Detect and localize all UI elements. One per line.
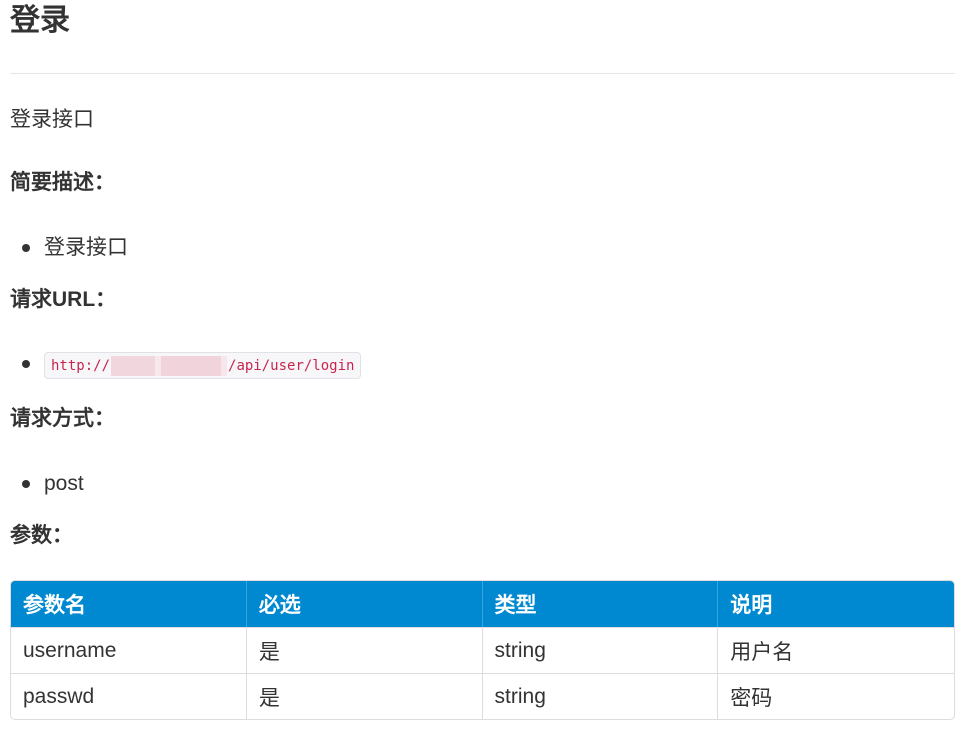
table-row: passwd 是 string 密码 — [11, 673, 954, 719]
url-heading: 请求URL： — [10, 288, 117, 311]
param-name-cell: username — [11, 627, 247, 673]
bullet-icon — [22, 480, 30, 488]
param-description-cell: 用户名 — [718, 627, 954, 673]
summary-list-item: 登录接口 — [22, 234, 128, 262]
url-path: /api/user/login — [228, 357, 355, 374]
title-divider — [10, 73, 955, 74]
table-header-row: 参数名 必选 类型 说明 — [11, 581, 954, 627]
bullet-icon — [22, 359, 30, 368]
param-description-cell: 密码 — [718, 673, 954, 719]
url-prefix: http:// — [51, 357, 111, 374]
params-heading: 参数： — [10, 524, 73, 547]
method-heading: 请求方式： — [10, 407, 115, 430]
method-text: post — [44, 472, 84, 495]
api-doc-page: 登录 登录接口 简要描述： 登录接口 请求URL： http:// /api/u… — [0, 0, 969, 733]
intro-text: 登录接口 — [10, 108, 94, 131]
column-header-name: 参数名 — [11, 581, 247, 627]
param-required-cell: 是 — [246, 673, 483, 719]
param-type-cell: string — [482, 627, 719, 673]
url-list-item: http:// /api/user/login — [22, 352, 362, 379]
param-required-cell: 是 — [246, 627, 483, 673]
page-title: 登录 — [10, 4, 70, 37]
redacted-host — [111, 355, 228, 376]
bullet-icon — [22, 244, 30, 252]
summary-heading: 简要描述： — [10, 171, 115, 194]
url-code: http:// /api/user/login — [44, 352, 362, 379]
table-row: username 是 string 用户名 — [11, 627, 954, 673]
column-header-description: 说明 — [718, 581, 954, 627]
param-type-cell: string — [482, 673, 719, 719]
param-name-cell: passwd — [11, 673, 247, 719]
column-header-required: 必选 — [246, 581, 483, 627]
column-header-type: 类型 — [482, 581, 719, 627]
method-list-item: post — [22, 470, 84, 498]
params-table: 参数名 必选 类型 说明 username 是 string 用户名 passw… — [10, 580, 955, 720]
summary-text: 登录接口 — [44, 236, 128, 259]
